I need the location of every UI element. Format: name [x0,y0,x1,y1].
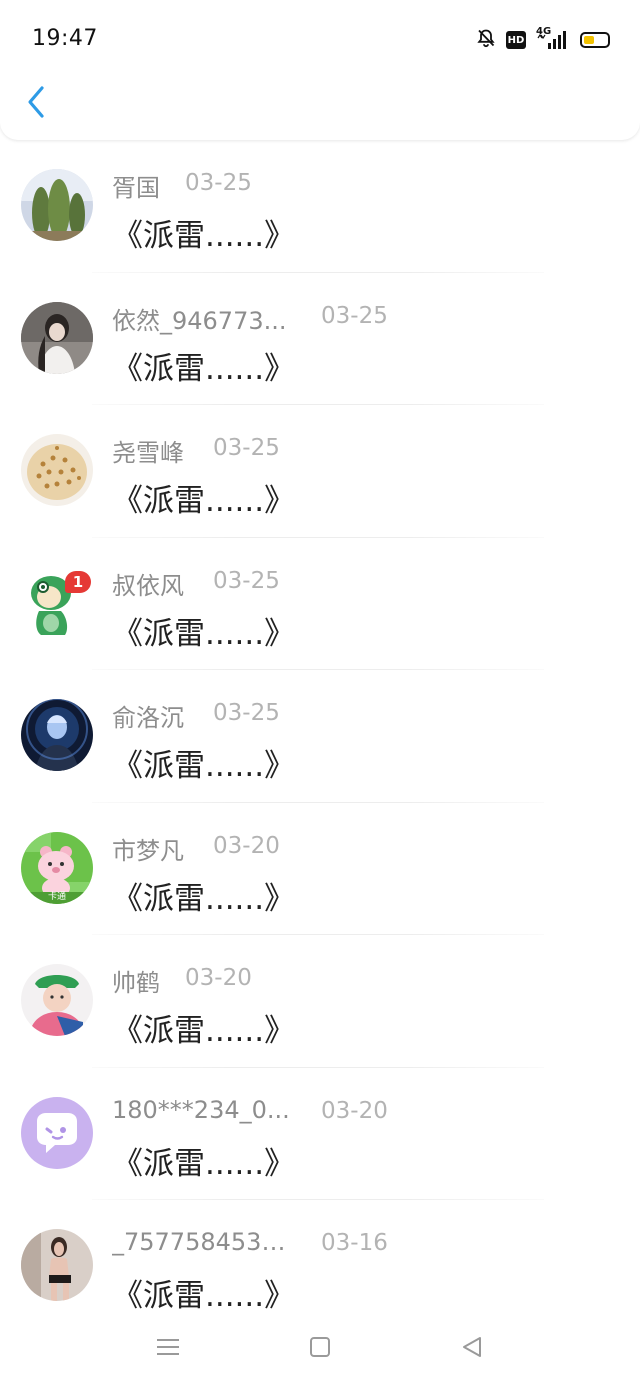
shell-icon [21,434,93,506]
avatar [21,1096,93,1169]
avatar [21,964,93,1036]
contact-name: 市梦凡 [112,836,184,865]
avatar [21,169,93,241]
avatar [21,301,93,374]
message-date: 03-25 [213,567,280,594]
avatar [21,1229,93,1301]
message-preview: 《派雷......》 [112,1013,296,1049]
message-preview: 《派雷......》 [112,880,296,917]
message-date: 03-25 [321,302,388,329]
bear-label: 卡通 [47,891,66,902]
photo-icon [21,301,93,374]
signal-icon: 4G [536,26,570,51]
menu-button[interactable] [151,1334,185,1364]
photo-icon [21,964,93,1036]
message-date: 03-25 [185,170,252,196]
header: 19:47 HD 4G [0,0,640,140]
list-item[interactable]: 俞洛沉 03-25 《派雷......》 [0,670,640,803]
bell-muted-icon [476,28,496,52]
home-button[interactable] [303,1334,337,1364]
list-item[interactable]: 帅鹤 03-20 《派雷......》 [0,935,640,1068]
back-button[interactable] [18,84,54,124]
message-preview: 《派雷......》 [112,1145,296,1182]
battery-level [584,36,594,44]
chevron-left-icon [25,85,47,123]
message-preview: 《派雷......》 [112,350,296,387]
list-item[interactable]: 1 叔依风 03-25 《派雷......》 [0,538,640,670]
contact-name: 帅鹤 [112,969,160,997]
menu-icon [156,1337,180,1361]
avatar [21,699,93,771]
photo-icon [21,1229,93,1301]
message-preview: 《派雷......》 [112,615,296,652]
avatar [21,434,93,506]
message-preview: 《派雷......》 [112,483,296,519]
contact-name: 尧雪峰 [112,439,184,467]
list-item[interactable]: 依然_946773... 03-25 《派雷......》 [0,273,640,405]
contact-name: 依然_946773... [112,306,287,335]
list-item[interactable]: 尧雪峰 03-25 《派雷......》 [0,405,640,538]
cactus-icon [21,169,93,241]
battery-icon [580,32,610,48]
message-date: 03-20 [213,832,280,859]
list-item[interactable]: 胥国 03-25 《派雷......》 [0,140,640,273]
contact-name: 俞洛沉 [112,704,184,732]
hero-icon [21,699,93,771]
status-time: 19:47 [32,26,98,51]
avatar: 卡通 [21,831,93,904]
message-preview: 《派雷......》 [112,748,296,784]
list-item[interactable]: 卡通 市梦凡 03-20 《派雷......》 [0,803,640,935]
message-date: 03-20 [321,1097,388,1124]
chat-bubble-icon [21,1096,93,1169]
message-date: 03-25 [213,435,280,461]
list-item[interactable]: 180***234_0... 03-20 《派雷......》 [0,1068,640,1200]
status-icons: HD 4G [476,26,610,53]
contact-name: _7577584535... [112,1228,297,1256]
message-preview: 《派雷......》 [112,1278,296,1314]
message-date: 03-25 [213,700,280,726]
navigation-bar [0,1310,640,1387]
message-date: 03-16 [321,1230,388,1256]
home-square-icon [309,1336,331,1362]
hd-icon: HD [506,31,526,49]
message-date: 03-20 [185,965,252,991]
contact-name: 180***234_0... [112,1095,290,1124]
status-bar: 19:47 HD 4G [0,0,640,78]
notification-badge: 1 [65,570,91,593]
nav-back-button[interactable] [455,1334,489,1364]
message-list: 胥国 03-25 《派雷......》 依然_946773... 03-25 《… [0,140,640,1333]
contact-name: 叔依风 [112,571,184,600]
contact-name: 胥国 [112,174,160,202]
avatar: 1 [21,566,93,639]
back-triangle-icon [460,1335,484,1363]
message-preview: 《派雷......》 [112,218,296,254]
